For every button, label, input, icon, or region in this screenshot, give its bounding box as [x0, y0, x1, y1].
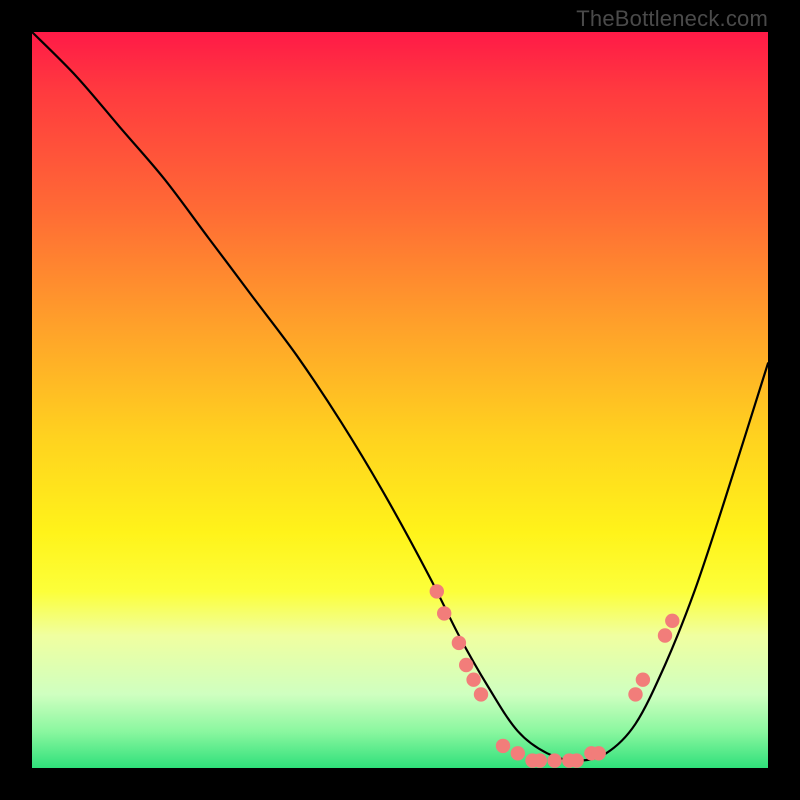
- pt-10: [533, 753, 547, 767]
- pt-1: [430, 584, 444, 598]
- chart-area: [32, 32, 768, 768]
- pt-3: [452, 636, 466, 650]
- pt-8: [511, 746, 525, 760]
- pt-11: [547, 753, 561, 767]
- pt-18: [658, 628, 672, 642]
- pt-5: [466, 673, 480, 687]
- pt-4: [459, 658, 473, 672]
- data-points: [430, 584, 680, 768]
- pt-16: [628, 687, 642, 701]
- pt-19: [665, 614, 679, 628]
- bottleneck-curve: [32, 32, 768, 761]
- pt-7: [496, 739, 510, 753]
- pt-15: [592, 746, 606, 760]
- bottleneck-plot: [32, 32, 768, 768]
- pt-2: [437, 606, 451, 620]
- pt-17: [636, 673, 650, 687]
- pt-13: [569, 753, 583, 767]
- attribution-text: TheBottleneck.com: [576, 6, 768, 32]
- pt-6: [474, 687, 488, 701]
